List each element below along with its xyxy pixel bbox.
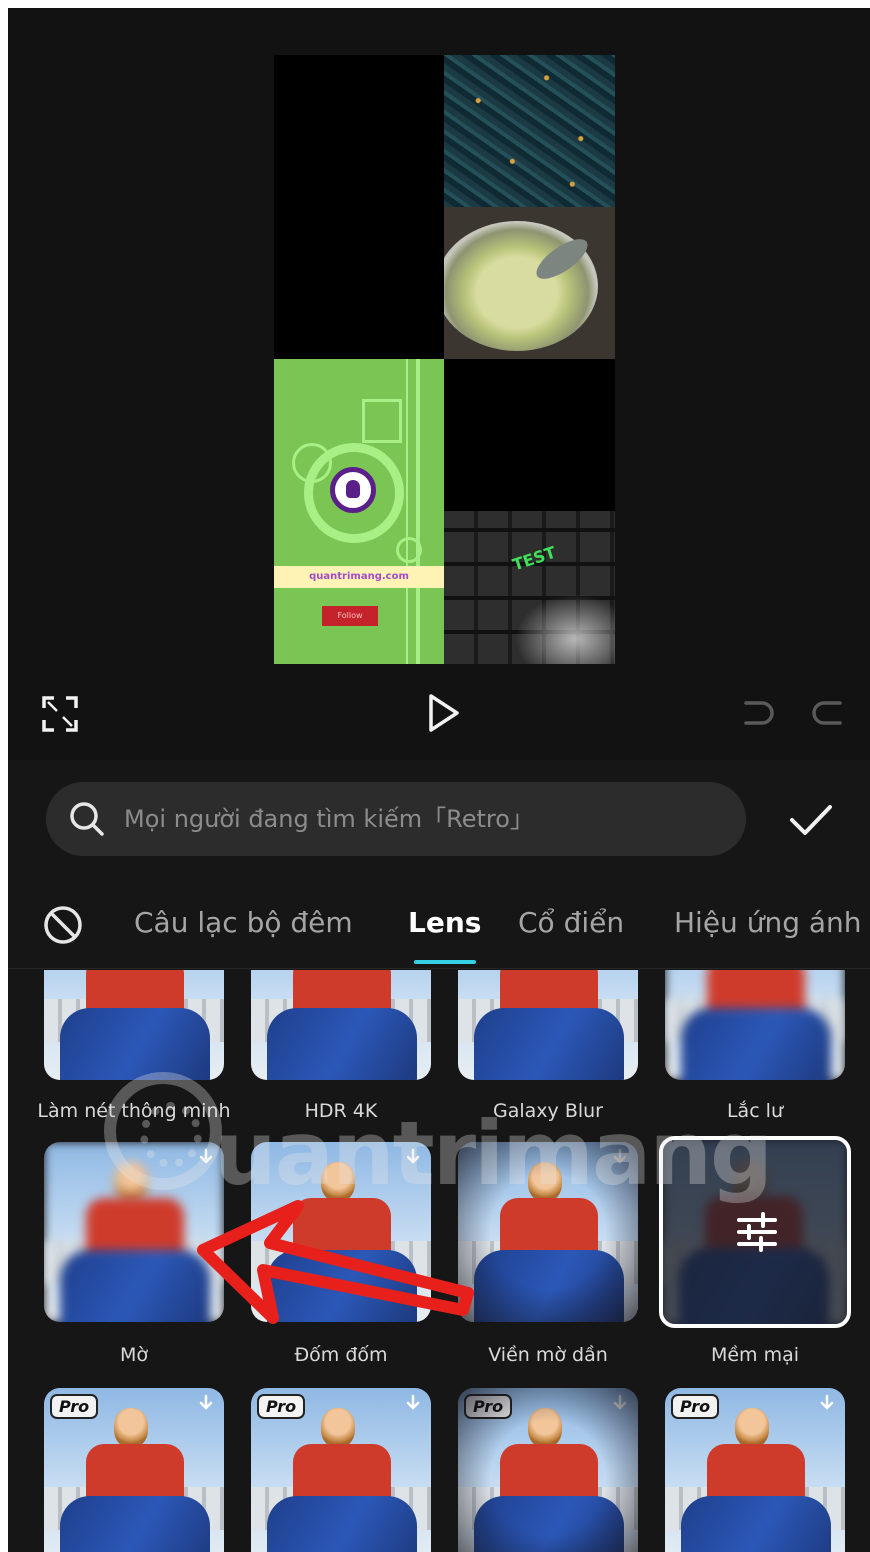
pro-badge: Pro: [50, 1394, 99, 1419]
effect-label: Làm nét thông minh: [37, 1100, 231, 1122]
channel-logo: [330, 467, 376, 513]
video-canvas[interactable]: quantrimang.com Follow TEST: [274, 55, 615, 664]
clip-keyboard: TEST: [444, 511, 615, 664]
download-icon: [613, 1394, 627, 1410]
pro-badge: Pro: [671, 1394, 720, 1419]
effect-tile-spots[interactable]: [251, 1142, 431, 1322]
effect-tile-hdr-4k[interactable]: [251, 970, 431, 1080]
effects-panel: Câu lạc bộ đêm Lens Cổ điển Hiệu ứng ánh…: [8, 760, 870, 1552]
green-decor-line: [416, 359, 420, 664]
effect-tile-pro[interactable]: Pro: [251, 1388, 431, 1552]
tab-nightclub[interactable]: Câu lạc bộ đêm: [134, 906, 353, 939]
effect-label: Galaxy Blur: [493, 1100, 603, 1122]
video-preview-area: quantrimang.com Follow TEST: [8, 8, 870, 760]
search-icon: [70, 802, 104, 836]
download-icon: [820, 1394, 834, 1410]
download-icon: [199, 1394, 213, 1410]
play-icon[interactable]: [422, 688, 466, 738]
search-bar[interactable]: [46, 782, 746, 856]
tab-light-effects[interactable]: Hiệu ứng ánh: [674, 906, 862, 939]
adjust-sliders-icon[interactable]: [735, 1212, 779, 1252]
effect-tile-blur[interactable]: [44, 1142, 224, 1322]
clip-soup-bowl: [444, 207, 615, 359]
effect-label: Lắc lư: [726, 1100, 784, 1122]
effects-grid: Làm nét thông minh HDR 4K Galaxy Blur Lắ…: [8, 970, 870, 1552]
effect-tile-smart-sharpen[interactable]: [44, 970, 224, 1080]
effect-tile-galaxy-blur[interactable]: [458, 970, 638, 1080]
green-decor-square: [362, 399, 402, 443]
app-screen: quantrimang.com Follow TEST Mọi người đa…: [8, 8, 870, 1552]
effect-tile-shake[interactable]: [665, 970, 845, 1080]
effect-label: HDR 4K: [304, 1100, 378, 1122]
effect-tile-fade-vignette[interactable]: [458, 1142, 638, 1322]
effect-label: Viền mờ dần: [488, 1344, 608, 1366]
effect-label: Mềm mại: [710, 1344, 800, 1366]
fullscreen-icon[interactable]: [38, 692, 82, 736]
effect-label: Mờ: [119, 1344, 149, 1366]
redo-icon[interactable]: [808, 694, 848, 734]
pro-badge: Pro: [464, 1394, 513, 1419]
effect-tile-pro[interactable]: Pro: [44, 1388, 224, 1552]
no-effect-icon[interactable]: [42, 904, 84, 946]
effect-tile-pro[interactable]: Pro: [458, 1388, 638, 1552]
category-tabs: Câu lạc bộ đêm Lens Cổ điển Hiệu ứng ánh: [8, 880, 870, 966]
download-icon: [406, 1394, 420, 1410]
effect-label: Đốm đốm: [294, 1344, 388, 1366]
effect-tile-soft[interactable]: [659, 1136, 851, 1328]
download-icon: [406, 1148, 420, 1164]
search-input[interactable]: [124, 799, 746, 839]
confirm-check-icon[interactable]: [786, 802, 836, 838]
download-icon: [613, 1148, 627, 1164]
tab-classic[interactable]: Cổ điển: [518, 906, 624, 939]
tab-lens[interactable]: Lens: [408, 906, 481, 939]
clip-green-intro: quantrimang.com Follow: [274, 359, 444, 664]
green-decor-line: [406, 359, 408, 664]
green-follow-button: Follow: [322, 606, 378, 626]
active-tab-indicator: [414, 960, 476, 964]
green-banner-text: quantrimang.com: [274, 566, 444, 588]
clip-pine-leaves: [444, 55, 615, 207]
download-icon: [199, 1148, 213, 1164]
divider: [8, 968, 870, 969]
green-decor-circle: [396, 537, 422, 563]
effect-tile-pro[interactable]: Pro: [665, 1388, 845, 1552]
pro-badge: Pro: [257, 1394, 306, 1419]
undo-icon[interactable]: [738, 694, 778, 734]
